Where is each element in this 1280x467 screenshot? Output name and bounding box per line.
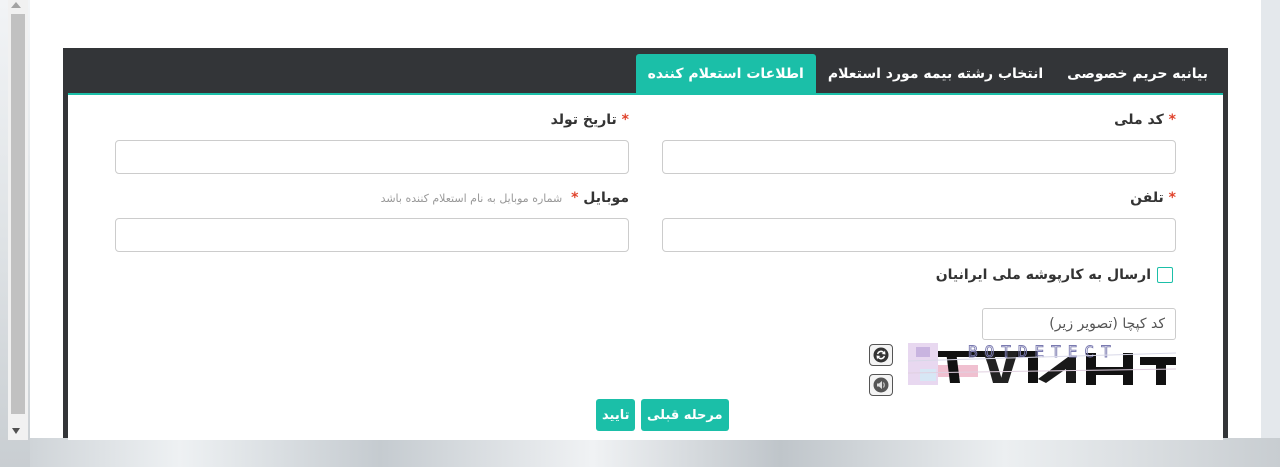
required-mark: * (571, 190, 579, 206)
scroll-thumb[interactable] (11, 14, 25, 414)
phone-label: تلفن * (1130, 190, 1176, 206)
reload-icon (873, 347, 889, 363)
scroll-up-arrow-icon[interactable] (11, 2, 21, 8)
phone-input[interactable] (662, 218, 1176, 252)
tab-privacy-statement[interactable]: بیانیه حریم خصوصی (1055, 54, 1220, 94)
required-mark: * (1168, 190, 1176, 206)
required-mark: * (621, 112, 629, 128)
wizard-panel: بیانیه حریم خصوصی انتخاب رشته بیمه مورد … (63, 48, 1228, 440)
send-to-kartpooshe-label[interactable]: ارسال به کارپوشه ملی ایرانیان (936, 267, 1151, 283)
send-to-kartpooshe-row[interactable]: ارسال به کارپوشه ملی ایرانیان (936, 267, 1173, 283)
speaker-icon (873, 377, 889, 393)
captcha-image: BOTDETECT (908, 343, 1176, 385)
scrollbar[interactable] (8, 0, 28, 440)
tab-insurance-field[interactable]: انتخاب رشته بیمه مورد استعلام (816, 54, 1055, 94)
captcha-reload-button[interactable] (869, 344, 893, 366)
birth-date-label: تاریخ تولد * (550, 112, 629, 128)
national-code-input[interactable] (662, 140, 1176, 174)
phone-group: تلفن * (662, 188, 1176, 252)
required-mark: * (1168, 112, 1176, 128)
birth-date-group: تاریخ تولد * (115, 110, 629, 174)
national-code-label: کد ملی * (1114, 112, 1176, 128)
send-to-kartpooshe-checkbox[interactable] (1157, 267, 1173, 283)
national-code-group: کد ملی * (662, 110, 1176, 174)
mobile-group: موبایل * شماره موبایل به نام استعلام کنن… (115, 188, 629, 252)
background-bottom (30, 438, 1280, 467)
captcha-input[interactable] (982, 308, 1176, 340)
tab-inquirer-info[interactable]: اطلاعات استعلام کننده (635, 54, 816, 94)
mobile-label: موبایل * شماره موبایل به نام استعلام کنن… (380, 190, 629, 206)
birth-date-input[interactable] (115, 140, 629, 174)
confirm-button[interactable]: تایید (596, 399, 636, 431)
scroll-down-arrow-icon[interactable] (12, 428, 20, 434)
prev-step-button[interactable]: مرحله قبلی (641, 399, 729, 431)
page: بیانیه حریم خصوصی انتخاب رشته بیمه مورد … (30, 0, 1261, 440)
mobile-input[interactable] (115, 218, 629, 252)
wizard-tabs: بیانیه حریم خصوصی انتخاب رشته بیمه مورد … (632, 48, 1228, 94)
tab-content: کد ملی * تاریخ تولد * تلفن * موبایل * شم… (68, 93, 1223, 440)
captcha-sound-button[interactable] (869, 374, 893, 396)
mobile-hint: شماره موبایل به نام استعلام کننده باشد (380, 192, 563, 205)
